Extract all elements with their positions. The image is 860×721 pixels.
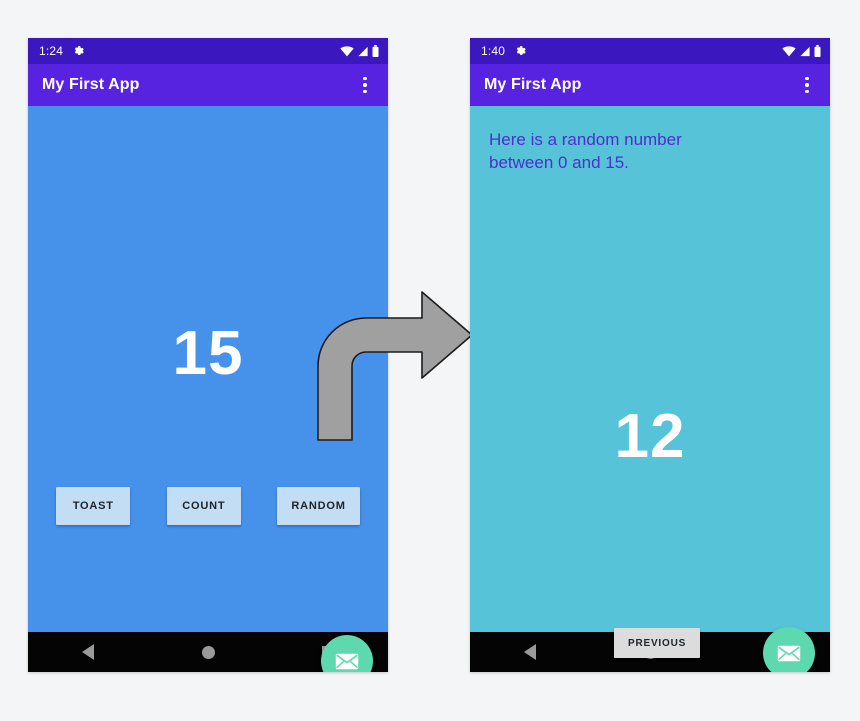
status-bar: 1:40 xyxy=(470,38,830,64)
app-title: My First App xyxy=(42,76,140,93)
email-icon xyxy=(335,653,359,669)
toast-button[interactable]: TOAST xyxy=(56,487,131,525)
random-number-display: 12 xyxy=(614,402,686,471)
gear-icon xyxy=(514,45,526,57)
signal-icon xyxy=(800,46,810,56)
overflow-menu-icon[interactable] xyxy=(796,72,818,98)
overflow-dot xyxy=(805,89,809,94)
hint-text: Here is a random number between 0 and 15… xyxy=(489,130,682,172)
app-content-area: Here is a random number between 0 and 15… xyxy=(470,106,830,672)
signal-icon xyxy=(358,46,368,56)
status-bar: 1:24 xyxy=(28,38,388,64)
app-bar: My First App xyxy=(28,64,388,106)
count-button[interactable]: COUNT xyxy=(166,487,241,525)
overflow-dot xyxy=(363,76,367,81)
status-bar-icons xyxy=(340,45,379,57)
screenshot-stage: 1:24 My First App 15 TOAST COUNT RANDOM … xyxy=(0,0,860,721)
overflow-menu-icon[interactable] xyxy=(354,72,376,98)
app-bar: My First App xyxy=(470,64,830,106)
status-bar-clock: 1:24 xyxy=(39,44,64,58)
battery-icon xyxy=(814,45,821,57)
status-bar-clock: 1:40 xyxy=(481,44,506,58)
app-title: My First App xyxy=(484,76,582,93)
overflow-dot xyxy=(805,76,809,81)
gear-icon xyxy=(72,45,84,57)
previous-button[interactable]: PREVIOUS xyxy=(614,628,701,658)
back-icon[interactable] xyxy=(507,632,553,672)
action-button-row: TOAST COUNT RANDOM xyxy=(28,487,388,525)
home-icon[interactable] xyxy=(185,632,231,672)
curved-right-arrow-icon xyxy=(317,291,473,441)
wifi-icon xyxy=(340,45,354,56)
previous-button-wrapper: PREVIOUS xyxy=(614,628,701,658)
phone-screenshot-2: 1:40 My First App Here is a random numbe… xyxy=(470,38,830,672)
wifi-icon xyxy=(782,45,796,56)
overflow-dot xyxy=(363,83,367,87)
battery-icon xyxy=(372,45,379,57)
random-button[interactable]: RANDOM xyxy=(277,487,360,525)
email-icon xyxy=(777,645,801,661)
overflow-dot xyxy=(805,83,809,87)
back-icon[interactable] xyxy=(65,632,111,672)
overflow-dot xyxy=(363,89,367,94)
status-bar-icons xyxy=(782,45,821,57)
email-fab-button[interactable] xyxy=(763,627,815,672)
